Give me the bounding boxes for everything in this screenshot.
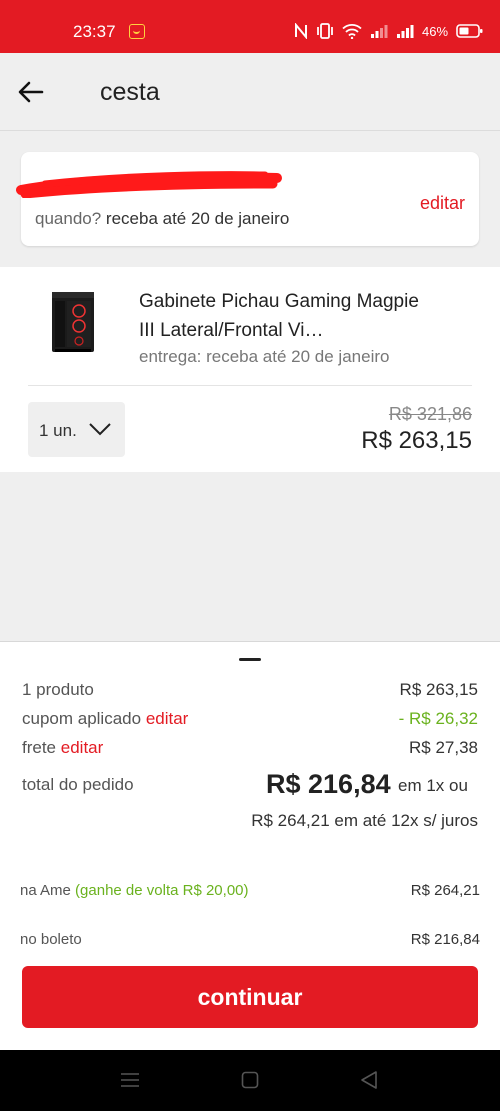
app-notification-icon [129,24,145,39]
product-image[interactable] [46,289,100,355]
sheet-handle[interactable] [239,658,261,661]
cashback-promo: (ganhe de volta R$ 20,00) [75,882,249,899]
delivery-date-value: receba até 20 de janeiro [105,209,290,228]
summary-row-coupon: cupom aplicado editar - R$ 26,32 [22,709,478,729]
nfc-icon [295,23,307,39]
product-name[interactable]: Gabinete Pichau Gaming Magpie III Latera… [139,287,439,345]
order-summary-sheet: 1 produto R$ 263,15 cupom aplicado edita… [0,641,500,1050]
payment-label: no boleto [20,931,82,948]
battery-text: 46% [422,23,449,39]
quantity-value: 1 un. [39,421,77,440]
coupon-label: cupom aplicado [22,709,142,728]
shipping-value: R$ 27,38 [409,738,478,757]
redaction-scribble [16,171,282,198]
status-icons: 46% [294,20,484,42]
edit-shipping-link[interactable]: editar [61,738,104,757]
summary-row-products: 1 produto R$ 263,15 [22,680,478,700]
payment-value: R$ 216,84 [410,931,480,948]
battery-icon [456,24,483,38]
chevron-down-icon [89,423,111,436]
summary-row-shipping: frete editar R$ 27,38 [22,738,478,758]
signal-icon [397,25,414,38]
delivery-date-label: quando? [35,209,102,228]
page-title: cesta [100,78,160,106]
status-time: 23:37 [73,22,116,41]
delivery-card: onde quando? receba até 20 de janeiro ed… [16,152,479,246]
products-subtotal: R$ 263,15 [399,680,478,699]
total-value: R$ 216,84 [266,769,391,799]
back-icon[interactable] [360,1070,378,1090]
payment-option-boleto: no boleto R$ 216,84 [20,931,480,948]
total-label: total do pedido [22,775,134,794]
payment-option-ame: na Ame (ganhe de volta R$ 20,00) R$ 264,… [20,882,480,899]
menu-icon[interactable] [120,1070,140,1090]
status-bar: 23:37 46% [0,0,500,53]
system-nav-bar [0,1050,500,1111]
product-delivery: entrega: receba até 20 de janeiro [139,347,390,366]
signal-icon [371,25,388,38]
edit-delivery-link[interactable]: editar [420,193,465,214]
total-suffix: em 1x ou [398,776,468,795]
edit-coupon-link[interactable]: editar [146,709,189,728]
divider [28,385,472,386]
products-count-label: 1 produto [22,680,94,699]
product-price: R$ 263,15 [361,427,472,454]
wifi-icon [342,24,362,39]
cart-item: Gabinete Pichau Gaming Magpie III Latera… [0,267,500,472]
original-price: R$ 321,86 [388,404,472,424]
quantity-select[interactable]: 1 un. [28,402,125,457]
payment-label: na Ame [20,882,71,899]
delivery-date: quando? receba até 20 de janeiro [35,209,289,229]
home-icon[interactable] [241,1070,259,1090]
back-arrow-icon[interactable] [18,81,44,103]
shipping-label: frete [22,738,57,757]
installment-info: R$ 264,21 em até 12x s/ juros [251,811,478,830]
continue-button[interactable]: continuar [22,966,478,1028]
app-header: cesta [0,53,500,131]
coupon-discount: - R$ 26,32 [398,709,478,728]
payment-value: R$ 264,21 [410,882,480,899]
vibrate-icon [317,23,333,39]
